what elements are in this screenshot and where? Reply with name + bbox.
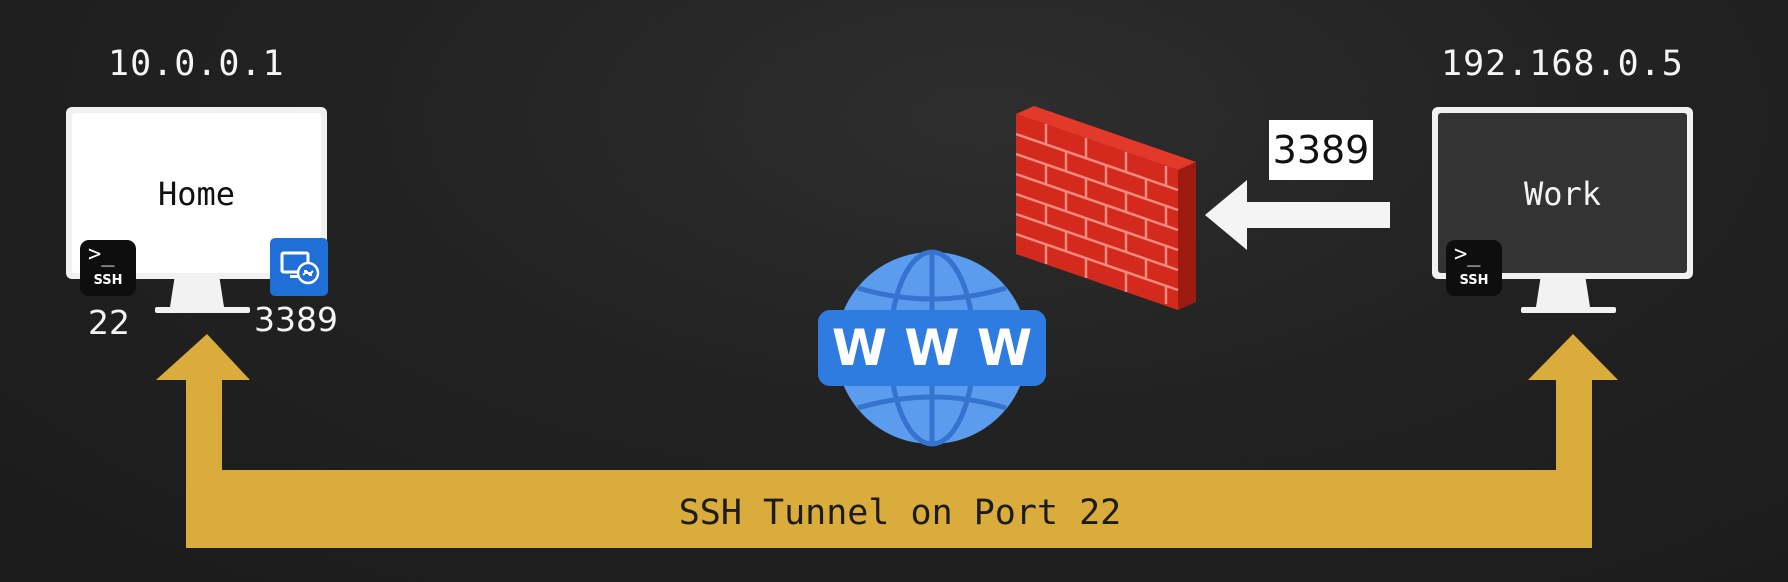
work-ssh-text: SSH: [1459, 273, 1489, 288]
work-monitor-stand: [1536, 279, 1590, 307]
work-ssh-prompt: >_: [1454, 242, 1481, 267]
home-ssh-prompt: >_: [88, 242, 115, 267]
home-screen-label: Home: [157, 175, 236, 213]
globe-text: W W W: [831, 319, 1033, 377]
work-ssh-terminal-icon: >_ SSH: [1446, 240, 1502, 296]
home-rdp-port-label: 3389: [254, 300, 338, 339]
tunnel-label: SSH Tunnel on Port 22: [678, 493, 1122, 533]
globe-www-icon: W W W: [818, 248, 1046, 448]
firewall-brick-wall-icon: [1015, 106, 1196, 310]
blocked-port-label: 3389: [1269, 120, 1373, 180]
home-ssh-port-label: 22: [88, 303, 130, 342]
home-monitor-base: [155, 307, 250, 313]
remote-desktop-icon: [270, 238, 328, 296]
home-ssh-text: SSH: [93, 273, 123, 288]
arrow-left-icon: [1205, 180, 1390, 250]
home-ssh-terminal-icon: >_ SSH: [80, 240, 136, 296]
work-monitor-base: [1521, 307, 1616, 313]
work-ip-label: 192.168.0.5: [1441, 44, 1684, 84]
home-ip-label: 10.0.0.1: [108, 44, 285, 84]
work-screen-label: Work: [1523, 175, 1602, 213]
home-monitor-stand: [170, 279, 224, 307]
